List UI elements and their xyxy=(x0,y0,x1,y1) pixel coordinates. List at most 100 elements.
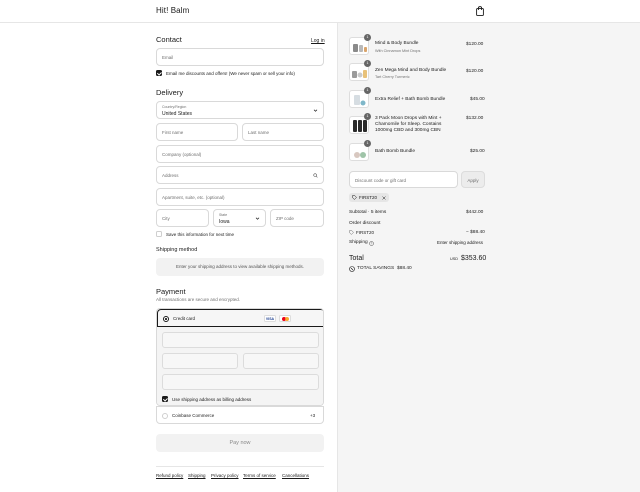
item-variant: Tart Cherry Turmeric xyxy=(375,75,410,79)
card-number-field[interactable] xyxy=(162,332,319,348)
product-thumbnail: 1 xyxy=(349,113,371,134)
shipping-method-heading: Shipping method xyxy=(156,247,198,253)
email-field[interactable]: Email xyxy=(156,48,324,66)
search-icon xyxy=(313,173,318,178)
city-field[interactable]: City xyxy=(156,209,209,227)
coinbase-radio[interactable] xyxy=(162,412,168,419)
order-discount-value: − $88.40 xyxy=(466,230,485,235)
company-field[interactable]: Company (optional) xyxy=(156,145,324,163)
country-select[interactable]: Country/Region United States xyxy=(156,101,324,119)
currency-label: USD xyxy=(450,257,459,261)
coinbase-option[interactable]: Coinbase Commerce +3 xyxy=(156,406,324,424)
pay-now-button[interactable]: Pay now xyxy=(156,434,324,452)
item-price: $45.00 xyxy=(470,97,485,102)
mastercard-icon xyxy=(279,315,291,322)
subtotal-label: Subtotal · 5 items xyxy=(349,210,387,215)
quantity-badge: 1 xyxy=(364,113,371,120)
total-label: Total xyxy=(349,255,364,262)
apartment-field[interactable]: Apartment, suite, etc. (optional) xyxy=(156,188,324,206)
item-price: $25.00 xyxy=(470,149,485,154)
pay-now-label: Pay now xyxy=(229,440,251,446)
address-field[interactable]: Address xyxy=(156,166,324,184)
footer-divider xyxy=(156,466,324,467)
state-value: Iowa xyxy=(219,218,230,225)
credit-card-label: Credit card xyxy=(173,316,196,321)
total-value: $353.60 xyxy=(461,255,487,262)
save-info-checkbox[interactable] xyxy=(156,231,162,237)
item-price: $120.00 xyxy=(466,69,484,74)
footer-link-cancellations[interactable]: Cancellations xyxy=(282,473,309,478)
chevron-down-icon xyxy=(313,109,318,112)
footer-link-refund-policy[interactable]: Refund policy xyxy=(156,473,183,478)
apartment-placeholder: Apartment, suite, etc. (optional) xyxy=(162,195,225,200)
product-thumbnail: 1 xyxy=(349,87,371,108)
discount-code-placeholder: Discount code or gift card xyxy=(355,178,407,183)
quantity-badge: 1 xyxy=(364,34,371,41)
apply-discount-button[interactable]: Apply xyxy=(461,171,485,188)
credit-card-option[interactable]: Credit card VISA xyxy=(157,309,323,327)
chevron-down-icon xyxy=(255,217,260,220)
zip-field[interactable]: ZIP code xyxy=(270,209,324,227)
product-thumbnail: 1 xyxy=(349,34,371,55)
coinbase-label: Coinbase Commerce xyxy=(172,413,215,418)
marketing-checkbox[interactable] xyxy=(156,70,162,76)
close-icon[interactable] xyxy=(382,195,386,200)
name-on-card-field[interactable] xyxy=(162,374,319,390)
savings-tag-icon xyxy=(349,266,355,272)
footer-link-terms-of-service[interactable]: Terms of service xyxy=(243,473,276,478)
discount-code-field[interactable]: Discount code or gift card xyxy=(349,171,458,188)
shipping-value: Enter shipping address xyxy=(437,240,484,245)
zip-placeholder: ZIP code xyxy=(276,216,294,221)
total-savings-label: TOTAL SAVINGS xyxy=(357,266,395,271)
save-info-label: Save this information for next time xyxy=(166,232,235,237)
total-savings-value: $88.40 xyxy=(397,266,412,271)
subtotal-value: $442.00 xyxy=(466,210,484,215)
marketing-checkbox-label: Email me discounts and offers! (We never… xyxy=(166,71,295,76)
item-name: Bath Bomb Bundle xyxy=(375,149,416,154)
tag-icon xyxy=(349,230,354,235)
quantity-badge: 1 xyxy=(364,87,371,94)
city-placeholder: City xyxy=(162,216,170,221)
footer-link-shipping[interactable]: Shipping xyxy=(188,473,206,478)
delivery-heading: Delivery xyxy=(156,88,184,97)
use-shipping-address-checkbox[interactable] xyxy=(162,396,168,402)
visa-icon: VISA xyxy=(264,315,276,322)
apply-discount-label: Apply xyxy=(467,177,479,183)
item-price: $132.00 xyxy=(466,116,484,121)
applied-discount-tag: FIRST20 xyxy=(349,193,389,202)
product-thumbnail: 1 xyxy=(349,140,371,161)
visa-icon-label: VISA xyxy=(265,317,275,321)
payment-subtitle: All transactions are secure and encrypte… xyxy=(156,297,241,302)
shipping-method-notice-text: Enter your shipping address to view avai… xyxy=(175,264,305,269)
order-discount-code: FIRST20 xyxy=(356,230,375,235)
expiration-date-field[interactable] xyxy=(162,353,238,369)
quantity-badge: 1 xyxy=(364,140,371,147)
item-variant: With Cinnamon Mint Drops xyxy=(375,49,421,53)
item-name: 3 Pack Moon Drops with Mint + Chamomile … xyxy=(375,116,442,133)
item-name: Mind & Body Bundle xyxy=(375,41,419,46)
info-icon[interactable]: ? xyxy=(369,241,374,246)
applied-discount-code: FIRST20 xyxy=(359,195,378,200)
last-name-placeholder: Last name xyxy=(248,130,270,135)
email-placeholder: Email xyxy=(162,55,174,60)
contact-heading: Contact xyxy=(156,35,182,44)
footer-link-privacy-policy[interactable]: Privacy policy xyxy=(211,473,239,478)
payment-heading: Payment xyxy=(156,287,186,296)
login-link[interactable]: Log in xyxy=(311,38,325,44)
checkout-page: Hit! Balm Contact Log in Email Email me … xyxy=(0,0,640,492)
state-select[interactable]: State Iowa xyxy=(213,209,266,227)
last-name-field[interactable]: Last name xyxy=(242,123,324,141)
item-price: $120.00 xyxy=(466,42,484,47)
item-name: Extra Relief + Bath Bomb Bundle xyxy=(375,97,446,102)
item-name: Zen Mega Mind and Body Bundle xyxy=(375,68,447,73)
shopping-bag-icon[interactable] xyxy=(476,6,484,16)
store-name[interactable]: Hit! Balm xyxy=(156,6,189,15)
first-name-placeholder: First name xyxy=(162,130,184,135)
country-label: Country/Region xyxy=(162,105,187,109)
site-header: Hit! Balm xyxy=(0,0,640,23)
security-code-field[interactable] xyxy=(243,353,319,369)
credit-card-radio[interactable] xyxy=(163,316,169,322)
company-placeholder: Company (optional) xyxy=(162,152,202,157)
state-label: State xyxy=(219,213,228,217)
first-name-field[interactable]: First name xyxy=(156,123,238,141)
